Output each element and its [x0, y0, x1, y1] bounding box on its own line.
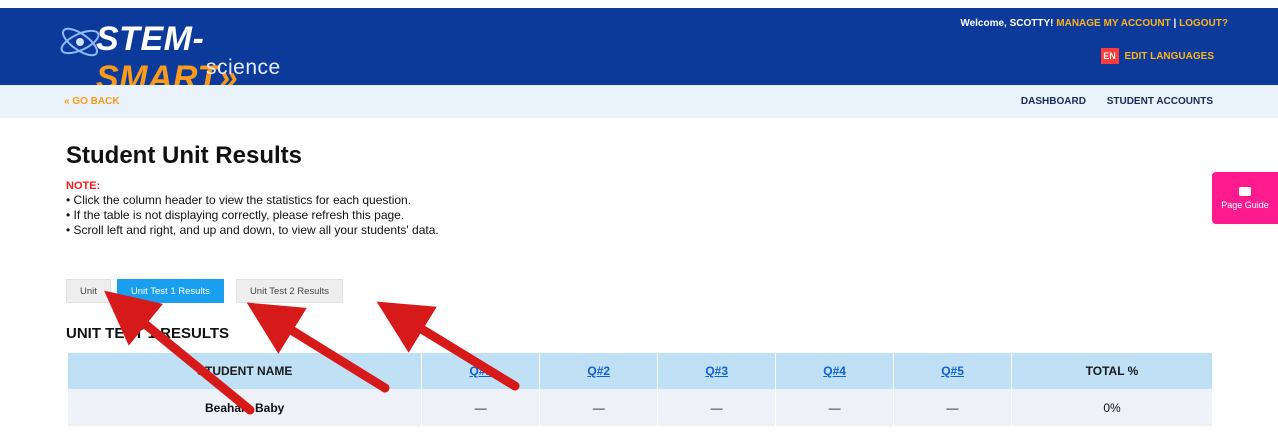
- note-item: If the table is not displaying correctly…: [66, 208, 439, 223]
- column-header-total: TOTAL %: [1011, 353, 1213, 389]
- tab-unit-test-2-results[interactable]: Unit Test 2 Results: [235, 279, 343, 303]
- edit-languages-link[interactable]: EDIT LANGUAGES: [1125, 51, 1214, 62]
- q2-cell: —: [539, 389, 659, 426]
- manage-account-link[interactable]: MANAGE MY ACCOUNT: [1056, 18, 1170, 29]
- q1-cell: —: [421, 389, 541, 426]
- logo-science-text: science: [206, 56, 281, 79]
- q5-cell: —: [893, 389, 1013, 426]
- q3-cell: —: [657, 389, 777, 426]
- column-header-q5[interactable]: Q#5: [893, 353, 1013, 389]
- total-percent-cell: 0%: [1011, 389, 1213, 426]
- column-header-q4[interactable]: Q#4: [775, 353, 895, 389]
- stem-smart-logo[interactable]: STEM-SMART» science: [56, 12, 316, 97]
- logo-stem-text: STEM-: [96, 20, 205, 58]
- q4-cell: —: [775, 389, 895, 426]
- monitor-icon: [1239, 186, 1251, 196]
- section-title: UNIT TEST 1 RESULTS: [66, 325, 230, 342]
- welcome-bar: Welcome, SCOTTY! MANAGE MY ACCOUNT | LOG…: [960, 18, 1228, 29]
- site-header: STEM-SMART» science Welcome, SCOTTY! MAN…: [0, 8, 1278, 97]
- language-switcher[interactable]: EN EDIT LANGUAGES: [1100, 46, 1214, 66]
- column-header-student-name: STUDENT NAME: [68, 353, 423, 389]
- notes-list: Click the column header to view the stat…: [66, 193, 439, 238]
- column-header-q2[interactable]: Q#2: [539, 353, 659, 389]
- right-nav: DASHBOARD STUDENT ACCOUNTS: [1003, 96, 1213, 107]
- table-header-row: STUDENT NAME Q#1 Q#2 Q#3 Q#4 Q#5 TOTAL %: [68, 353, 1213, 389]
- tab-unit-test-1-results[interactable]: Unit Test 1 Results: [116, 279, 224, 303]
- note-item: Click the column header to view the stat…: [66, 193, 439, 208]
- column-header-q3[interactable]: Q#3: [657, 353, 777, 389]
- dashboard-link[interactable]: DASHBOARD: [1021, 96, 1086, 107]
- student-accounts-link[interactable]: STUDENT ACCOUNTS: [1107, 96, 1213, 107]
- column-header-q1[interactable]: Q#1: [421, 353, 541, 389]
- sub-navigation: « GO BACK DASHBOARD STUDENT ACCOUNTS: [0, 85, 1278, 118]
- results-table: STUDENT NAME Q#1 Q#2 Q#3 Q#4 Q#5 TOTAL %…: [68, 353, 1213, 426]
- note-item: Scroll left and right, and up and down, …: [66, 223, 439, 238]
- note-label: NOTE:: [66, 180, 101, 192]
- page-guide-button[interactable]: Page Guide: [1212, 172, 1278, 224]
- results-tabs: Unit Unit Test 1 Results Unit Test 2 Res…: [66, 279, 343, 303]
- page-guide-label: Page Guide: [1221, 199, 1269, 210]
- language-badge[interactable]: EN: [1100, 48, 1119, 64]
- logout-link[interactable]: LOGOUT?: [1179, 18, 1228, 29]
- student-name-cell: Beahan, Baby: [68, 389, 423, 426]
- page-title: Student Unit Results: [66, 142, 303, 169]
- welcome-separator: |: [1173, 18, 1177, 29]
- go-back-link[interactable]: « GO BACK: [64, 96, 120, 107]
- tab-unit[interactable]: Unit: [66, 279, 111, 303]
- table-row: Beahan, Baby — — — — — 0%: [68, 389, 1213, 426]
- welcome-text: Welcome, SCOTTY!: [960, 18, 1054, 29]
